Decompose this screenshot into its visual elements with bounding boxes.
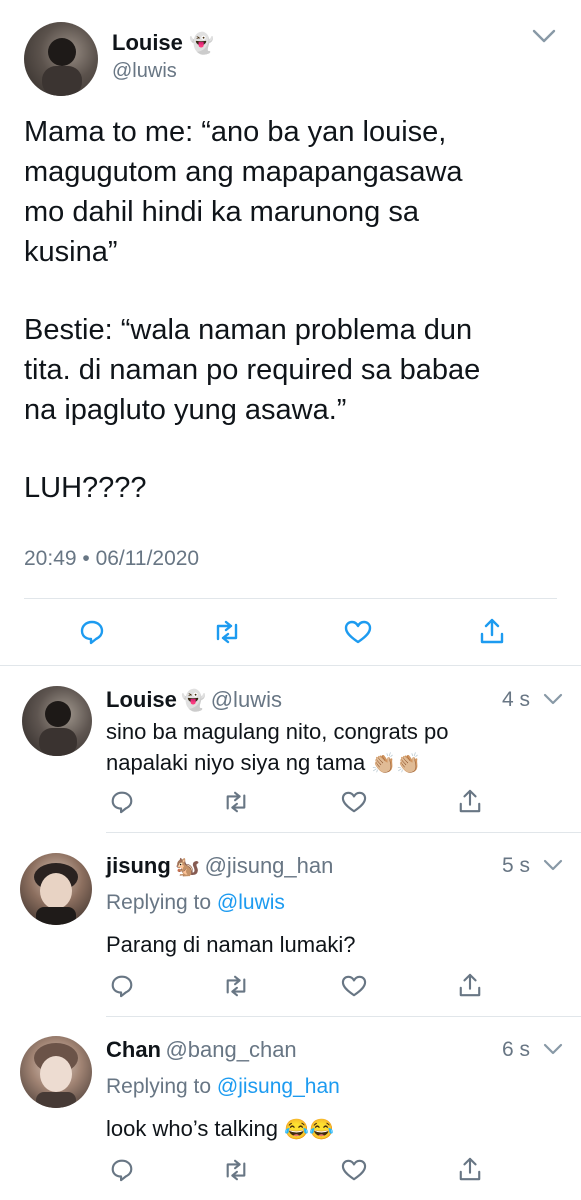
retweet-icon[interactable] [212, 619, 242, 645]
like-icon[interactable] [340, 790, 368, 814]
reply-time[interactable]: 4 s [502, 688, 530, 712]
reply-icon[interactable] [109, 789, 135, 815]
retweet-icon[interactable] [222, 790, 250, 814]
reply-time[interactable]: 5 s [502, 854, 530, 878]
reply-icon[interactable] [109, 1157, 135, 1183]
reply-text: sino ba magulang nito, congrats po napal… [106, 719, 449, 775]
author-name[interactable]: Louise 👻 [112, 30, 214, 56]
reply-icon[interactable] [109, 973, 135, 999]
divider [0, 665, 581, 666]
clapping-hands-icon: 👏🏼👏🏼 [371, 753, 422, 775]
replying-to: Replying to @jisung_han [106, 1075, 340, 1098]
avatar[interactable] [22, 686, 92, 756]
reply-text: look who’s talking 😂😂 [106, 1116, 334, 1141]
like-icon[interactable] [340, 1158, 368, 1182]
reply-text: Parang di naman lumaki? [106, 932, 356, 957]
retweet-icon[interactable] [222, 974, 250, 998]
like-icon[interactable] [343, 619, 373, 645]
squirrel-icon: 🐿️ [175, 856, 201, 878]
chevron-down-icon[interactable] [532, 28, 556, 44]
avatar[interactable] [24, 22, 98, 96]
chevron-down-icon[interactable] [543, 1042, 563, 1056]
avatar[interactable] [20, 1036, 92, 1108]
share-icon[interactable] [479, 617, 505, 645]
author-handle[interactable]: @bang_chan [165, 1037, 296, 1062]
share-icon[interactable] [458, 972, 482, 998]
reply-icon[interactable] [78, 618, 106, 646]
divider [24, 598, 557, 599]
mention-link[interactable]: @jisung_han [217, 1075, 340, 1098]
share-icon[interactable] [458, 1156, 482, 1182]
author-name[interactable]: Chan [106, 1037, 161, 1062]
divider [106, 1016, 581, 1017]
author-name[interactable]: jisung [106, 853, 171, 878]
author-handle[interactable]: @luwis [211, 687, 282, 712]
mention-link[interactable]: @luwis [217, 891, 285, 914]
share-icon[interactable] [458, 788, 482, 814]
tweet-text: Mama to me: “ano ba yan louise, maguguto… [24, 116, 481, 504]
avatar[interactable] [20, 853, 92, 925]
replying-to: Replying to @luwis [106, 891, 285, 914]
chevron-down-icon[interactable] [543, 858, 563, 872]
ghost-icon: 👻 [181, 690, 207, 712]
reply-time[interactable]: 6 s [502, 1038, 530, 1062]
author-handle[interactable]: @jisung_han [205, 853, 334, 878]
chevron-down-icon[interactable] [543, 692, 563, 706]
tweet-timestamp[interactable]: 20:49 • 06/11/2020 [24, 547, 199, 571]
retweet-icon[interactable] [222, 1158, 250, 1182]
tears-of-joy-icon: 😂😂 [284, 1119, 334, 1141]
author-name[interactable]: Louise [106, 687, 177, 712]
divider [106, 832, 581, 833]
reply-header: Louise 👻 @luwis [106, 687, 282, 713]
ghost-icon: 👻 [189, 33, 214, 55]
like-icon[interactable] [340, 974, 368, 998]
reply-header: jisung 🐿️ @jisung_han [106, 853, 333, 879]
author-handle[interactable]: @luwis [112, 60, 177, 83]
reply-header: Chan @bang_chan [106, 1037, 297, 1063]
